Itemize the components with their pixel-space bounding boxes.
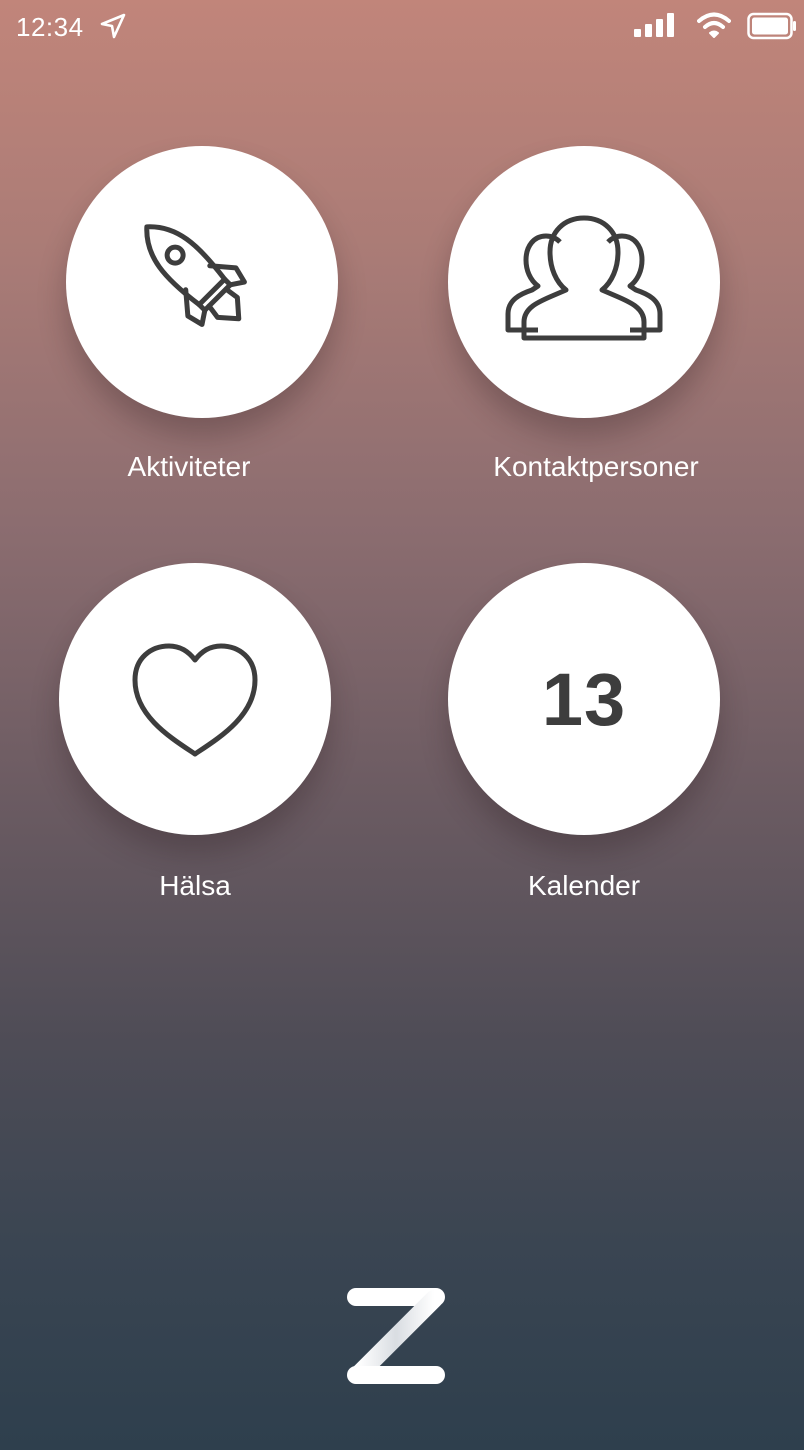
tile-label-kontaktpersoner: Kontaktpersoner (493, 451, 699, 482)
tile-label-kalender: Kalender (527, 870, 641, 901)
people-group-icon (505, 215, 663, 341)
tile-halsa[interactable] (59, 563, 331, 835)
z-logo-icon (347, 1288, 445, 1384)
tile-label-halsa: Hälsa (159, 870, 231, 901)
tile-kalender[interactable]: 13 (448, 563, 720, 835)
wifi-icon (697, 12, 731, 38)
tile-kontaktpersoner[interactable] (448, 146, 720, 418)
battery-icon (747, 12, 796, 40)
rocket-icon (144, 224, 247, 327)
tile-label-aktiviteter: Aktiviteter (127, 451, 251, 482)
status-bar: 12:34 (0, 0, 804, 56)
tile-aktiviteter[interactable] (66, 146, 338, 418)
calendar-number-icon: 13 (541, 657, 627, 741)
signal-bars-icon (634, 13, 674, 37)
status-time: 12:34 (16, 12, 84, 42)
location-arrow-icon (100, 13, 126, 39)
heart-icon (132, 643, 258, 757)
